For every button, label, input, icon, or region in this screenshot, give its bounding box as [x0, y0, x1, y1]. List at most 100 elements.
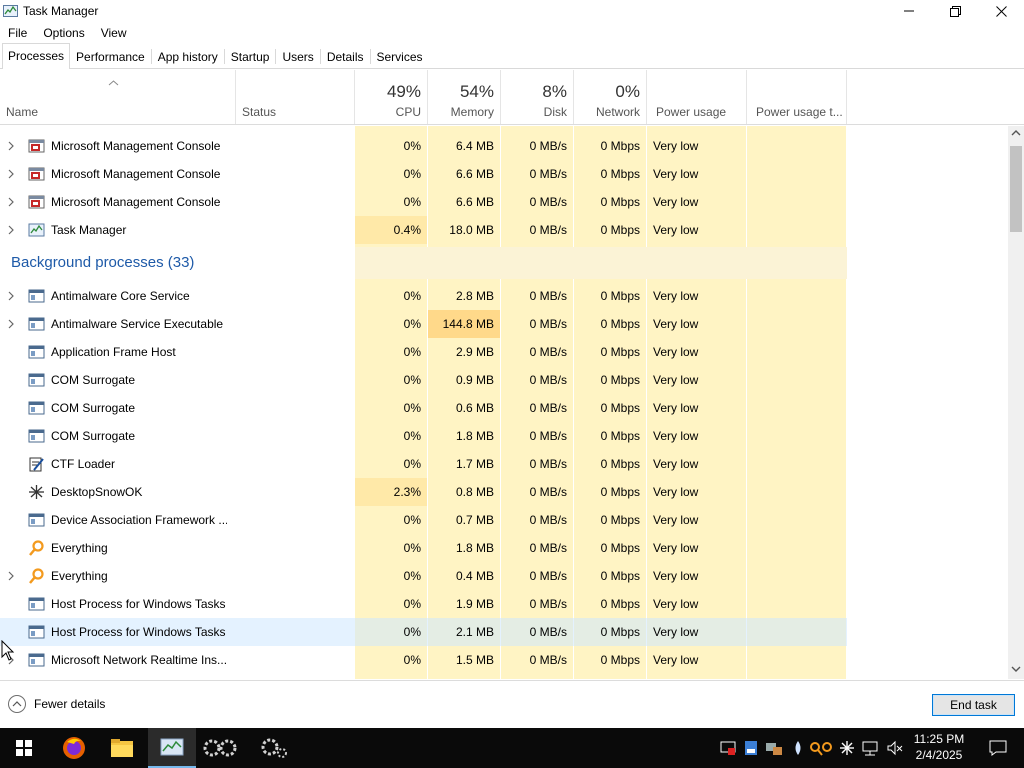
tab-services[interactable]: Services	[371, 44, 429, 68]
tray-drop-icon[interactable]	[790, 728, 806, 768]
process-memory: 2.8 MB	[455, 289, 494, 303]
tab-details[interactable]: Details	[321, 44, 370, 68]
chevron-right-icon[interactable]	[8, 225, 14, 235]
process-row[interactable]: CTF Loader 0% 1.7 MB 0 MB/s 0 Mbps Very low	[0, 450, 847, 478]
process-memory: 2.9 MB	[455, 345, 494, 359]
process-row[interactable]: Microsoft Management Console 0% 6.6 MB 0 MB…	[0, 160, 847, 188]
tab-users[interactable]: Users	[276, 44, 319, 68]
menu-options[interactable]: Options	[35, 26, 92, 40]
header-disk[interactable]: 8% Disk	[500, 70, 573, 124]
header-power-trend[interactable]: Power usage t...	[746, 70, 847, 124]
start-button[interactable]	[0, 728, 48, 768]
process-network: 0 Mbps	[600, 597, 640, 611]
header-disk-label: Disk	[543, 105, 567, 119]
tab-startup[interactable]: Startup	[225, 44, 276, 68]
menu-view[interactable]: View	[93, 26, 135, 40]
taskbar-firefox[interactable]	[50, 728, 98, 768]
process-power-usage: Very low	[653, 597, 699, 611]
chevron-right-icon[interactable]	[8, 197, 14, 207]
clock-date: 2/4/2025	[915, 748, 963, 762]
tray-security-icon[interactable]	[718, 728, 738, 768]
taskbar-settings-app[interactable]	[196, 728, 244, 768]
process-row[interactable]: COM Surrogate 0% 0.6 MB 0 MB/s 0 Mbps Very lo…	[0, 394, 847, 422]
close-button[interactable]	[978, 0, 1024, 22]
header-power-usage[interactable]: Power usage	[646, 70, 746, 124]
process-memory: 6.6 MB	[455, 195, 494, 209]
process-row[interactable]: Everything 0% 1.8 MB 0 MB/s 0 Mbps Very low	[0, 534, 847, 562]
process-row[interactable]: COM Surrogate 0% 0.9 MB 0 MB/s 0 Mbps Very lo…	[0, 366, 847, 394]
process-row[interactable]: Antimalware Core Service 0% 2.8 MB 0 MB/s 0 …	[0, 282, 847, 310]
gears-icon	[203, 739, 237, 757]
process-name: DesktopSnowOK	[51, 485, 143, 499]
vertical-scrollbar[interactable]	[1008, 126, 1024, 679]
fewer-details-toggle[interactable]: Fewer details	[8, 695, 105, 713]
window-icon	[28, 289, 45, 303]
chevron-right-icon[interactable]	[8, 291, 14, 301]
tab-app-history[interactable]: App history	[152, 44, 224, 68]
chevron-right-icon[interactable]	[8, 319, 14, 329]
process-memory: 1.5 MB	[455, 653, 494, 667]
header-name-label: Name	[6, 105, 39, 119]
window-icon	[28, 513, 45, 527]
process-row[interactable]: Application Frame Host 0% 2.9 MB 0 MB/s 0 Mb…	[0, 338, 847, 366]
taskbar-clock[interactable]: 11:25 PM 2/4/2025	[910, 731, 968, 763]
disk-total-percent: 8%	[542, 82, 567, 101]
header-status[interactable]: Status	[235, 70, 354, 124]
process-power-usage: Very low	[653, 485, 699, 499]
scrollbar-thumb[interactable]	[1010, 146, 1022, 232]
tray-volume-icon[interactable]	[884, 728, 906, 768]
scroll-down-icon[interactable]	[1011, 665, 1021, 673]
minimize-button[interactable]	[886, 0, 932, 22]
chevron-right-icon[interactable]	[8, 169, 14, 179]
taskbar-gear-app[interactable]	[250, 728, 298, 768]
header-network[interactable]: 0% Network	[573, 70, 646, 124]
process-power-usage: Very low	[653, 139, 699, 153]
end-task-button[interactable]: End task	[932, 694, 1015, 716]
snowflake-icon	[29, 485, 44, 499]
network-icon	[862, 741, 878, 756]
menu-file[interactable]: File	[0, 26, 35, 40]
window-icon	[28, 625, 45, 639]
process-power-usage: Very low	[653, 625, 699, 639]
process-network: 0 Mbps	[600, 195, 640, 209]
column-header: Name Status 49% CPU 54% Memory 8% Disk 0…	[0, 70, 1024, 125]
action-center-button[interactable]	[978, 728, 1018, 768]
process-row[interactable]: Task Manager 0.4% 18.0 MB 0 MB/s 0 Mbps Very …	[0, 216, 847, 244]
process-network: 0 Mbps	[600, 167, 640, 181]
scroll-up-icon[interactable]	[1011, 129, 1021, 137]
header-cpu[interactable]: 49% CPU	[354, 70, 427, 124]
tray-blue-app-icon[interactable]	[742, 728, 760, 768]
process-network: 0 Mbps	[600, 457, 640, 471]
header-name[interactable]: Name	[0, 70, 235, 124]
process-row[interactable]: DesktopSnowOK 2.3% 0.8 MB 0 MB/s 0 Mbps Very …	[0, 478, 847, 506]
tray-everything-icon[interactable]	[806, 728, 834, 768]
process-row[interactable]: Antimalware Service Executable 0% 144.8 MB…	[0, 310, 847, 338]
process-cpu: 0%	[403, 401, 421, 415]
process-row[interactable]: Microsoft Management Console 0% 6.6 MB 0 MB…	[0, 188, 847, 216]
magnifier-icon	[29, 540, 44, 556]
process-name: Microsoft Management Console	[51, 139, 221, 153]
header-memory[interactable]: 54% Memory	[427, 70, 500, 124]
tab-performance[interactable]: Performance	[70, 44, 151, 68]
process-name: Application Frame Host	[51, 345, 176, 359]
taskbar-task-manager[interactable]	[148, 728, 196, 768]
process-power-usage: Very low	[653, 195, 699, 209]
process-row[interactable]: Device Association Framework ... 0% 0.7 MB…	[0, 506, 847, 534]
process-row[interactable]: Host Process for Windows Tasks 0% 1.9 MB 0 …	[0, 590, 847, 618]
mmc-icon	[28, 195, 45, 209]
process-row[interactable]: Host Process for Windows Tasks 0% 2.1 MB 0 …	[0, 618, 847, 646]
tray-network-devices-icon[interactable]	[764, 728, 784, 768]
taskbar-file-explorer[interactable]	[98, 728, 146, 768]
tray-network-icon[interactable]	[860, 728, 880, 768]
process-row[interactable]: Everything 0% 0.4 MB 0 MB/s 0 Mbps Very low	[0, 562, 847, 590]
tray-snow-icon[interactable]	[838, 728, 856, 768]
process-disk: 0 MB/s	[529, 345, 567, 359]
chevron-right-icon[interactable]	[8, 571, 14, 581]
chevron-right-icon[interactable]	[8, 141, 14, 151]
tab-processes[interactable]: Processes	[2, 43, 71, 69]
process-row[interactable]: Microsoft Network Realtime Ins... 0% 1.5 M…	[0, 646, 847, 674]
restore-button[interactable]	[932, 0, 978, 22]
process-row[interactable]: Microsoft Management Console 0% 6.4 MB 0 MB…	[0, 132, 847, 160]
process-row[interactable]: COM Surrogate 0% 1.8 MB 0 MB/s 0 Mbps Very lo…	[0, 422, 847, 450]
process-cpu: 0%	[403, 429, 421, 443]
